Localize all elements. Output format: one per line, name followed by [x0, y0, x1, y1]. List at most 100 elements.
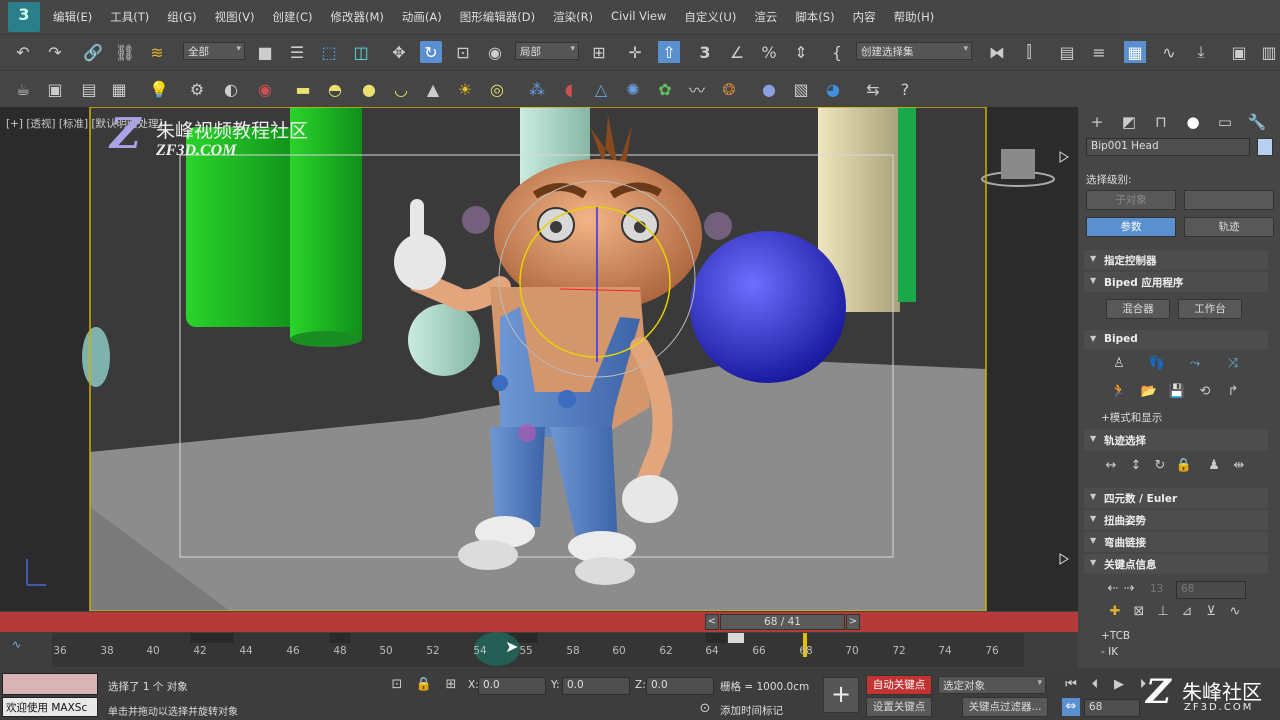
teapot-icon[interactable]: ☕ [12, 78, 34, 100]
list-icon[interactable]: ▤ [78, 78, 100, 100]
set-key-big-icon[interactable]: + [823, 677, 859, 713]
params-button[interactable]: 参数 [1086, 217, 1176, 237]
select-by-name-icon[interactable]: ☰ [286, 41, 308, 63]
planted-key-icon[interactable]: ⊥ [1154, 603, 1172, 621]
menu-views[interactable]: 视图(V) [206, 9, 264, 25]
toggle-ribbon-icon[interactable]: ▦ [1124, 41, 1146, 63]
menu-content[interactable]: 内容 [844, 9, 885, 25]
key-info-rollout[interactable]: 关键点信息 [1084, 554, 1268, 574]
motion-flow-icon[interactable]: ⤳ [1186, 355, 1204, 373]
sub-object-button[interactable]: 子对象 [1086, 190, 1176, 210]
key-mode-toggle-icon[interactable]: ⇔ [1062, 698, 1080, 716]
workbench-button[interactable]: 工作台 [1178, 299, 1242, 319]
tcb-label[interactable]: +TCB [1101, 630, 1130, 642]
set-key-button[interactable]: 设置关键点 [866, 697, 932, 717]
body-rotation-icon[interactable]: ↻ [1151, 457, 1169, 475]
quaternion-euler-rollout[interactable]: 四元数 / Euler [1084, 488, 1268, 508]
key-time-field[interactable]: 68 [1176, 581, 1246, 599]
capsule-icon[interactable]: ◖ [558, 78, 580, 100]
time-slider-prev[interactable]: < [705, 614, 719, 630]
body-vertical-icon[interactable]: ↕ [1127, 457, 1145, 475]
maxscript-listener-color[interactable] [2, 673, 98, 695]
move-all-mode-icon[interactable]: ↱ [1224, 383, 1242, 401]
selection-filter-dropdown[interactable]: 全部 [183, 42, 245, 60]
load-file-icon[interactable]: 📂 [1140, 383, 1158, 401]
blue-sphere-icon[interactable]: ◕ [822, 78, 844, 100]
box-primitive-icon[interactable]: ▬ [292, 78, 314, 100]
undo-icon[interactable]: ↶ [12, 41, 34, 63]
scene-explorer-icon[interactable]: ≡ [1088, 41, 1110, 63]
time-slider[interactable]: < 68 / 41 > [705, 614, 860, 631]
particles-icon[interactable]: ⁂ [526, 78, 548, 100]
selected-key-block[interactable] [728, 633, 744, 643]
render-preview-icon[interactable]: ▧ [790, 78, 812, 100]
light-bulb-icon[interactable]: 💡 [148, 78, 170, 100]
opposite-icon[interactable]: ⇹ [1230, 457, 1248, 475]
object-color-swatch[interactable] [1257, 138, 1273, 156]
edit-named-sets-icon[interactable]: { [826, 41, 848, 63]
gear-shape-icon[interactable]: ✺ [622, 78, 644, 100]
render-setup-icon[interactable]: ▥ [1258, 41, 1280, 63]
modify-tab-icon[interactable]: ◩ [1118, 112, 1140, 132]
sliding-key-icon[interactable]: ⊿ [1178, 603, 1196, 621]
rect-selection-icon[interactable]: ⬚ [318, 41, 340, 63]
isolate-icon[interactable]: ⊡ [388, 676, 406, 694]
window-crossing-icon[interactable]: ◫ [350, 41, 372, 63]
app-logo[interactable]: 3 [8, 2, 40, 32]
batch-render-icon[interactable]: ⇆ [862, 78, 884, 100]
motion-tab-icon[interactable]: ● [1182, 112, 1204, 132]
biped-rollout[interactable]: Biped [1084, 330, 1268, 350]
figure-mode-icon[interactable]: ♙ [1110, 355, 1128, 373]
camera-icon[interactable]: ⚙ [186, 78, 208, 100]
create-tab-icon[interactable]: + [1086, 112, 1108, 132]
track-selection-rollout[interactable]: 轨迹选择 [1084, 430, 1268, 450]
symmetrical-icon[interactable]: ♟ [1205, 457, 1223, 475]
body-horizontal-icon[interactable]: ↔ [1102, 457, 1120, 475]
plant-icon[interactable]: ✿ [654, 78, 676, 100]
twist-poses-rollout[interactable]: 扭曲姿势 [1084, 510, 1268, 530]
hemisphere-icon[interactable]: ◓ [324, 78, 346, 100]
sphere-material-icon[interactable]: ● [758, 78, 780, 100]
angle-snap-icon[interactable]: ∠ [726, 41, 748, 63]
z-coord-field[interactable]: 0.0 [646, 677, 714, 695]
menu-civil-view[interactable]: Civil View [602, 9, 675, 25]
unlink-icon[interactable]: ⛓ [114, 41, 136, 63]
time-slider-next[interactable]: > [846, 614, 860, 630]
help-icon[interactable]: ? [894, 78, 916, 100]
menu-rendering[interactable]: 渲染(R) [544, 9, 602, 25]
keyboard-shortcut-icon[interactable]: ⇧ [658, 41, 680, 63]
reference-coord-dropdown[interactable]: 局部 [515, 42, 579, 60]
absolute-mode-icon[interactable]: ⊞ [442, 676, 460, 694]
menu-edit[interactable]: 编辑(E) [44, 9, 101, 25]
menu-group[interactable]: 组(G) [158, 9, 205, 25]
sphere-primitive-icon[interactable]: ● [358, 78, 380, 100]
placement-icon[interactable]: ◉ [484, 41, 506, 63]
snap-icon[interactable]: 3 [694, 41, 716, 63]
delete-key-icon[interactable]: ⊠ [1130, 603, 1148, 621]
prev-frame-icon[interactable]: ⏴ [1086, 676, 1104, 694]
time-slider-thumb[interactable]: 68 / 41 [720, 614, 845, 630]
record-icon[interactable]: ◉ [254, 78, 276, 100]
current-frame-field[interactable]: 68 [1084, 699, 1140, 717]
ik-label[interactable]: - IK [1101, 646, 1118, 658]
cone-icon[interactable]: ▲ [422, 78, 444, 100]
selected-object-dropdown[interactable]: 选定对象 [938, 676, 1046, 694]
rotate-icon[interactable]: ↻ [420, 41, 442, 63]
cloth-icon[interactable]: ❂ [718, 78, 740, 100]
viewcube[interactable] [1001, 149, 1035, 179]
bind-space-warp-icon[interactable]: ≋ [146, 41, 168, 63]
time-tag-icon[interactable]: ⊙ [696, 700, 714, 718]
render-frame-icon[interactable]: ▣ [44, 78, 66, 100]
material-editor-icon[interactable]: ▣ [1228, 41, 1250, 63]
hair-icon[interactable]: 〰 [686, 78, 708, 100]
x-coord-field[interactable]: 0.0 [478, 677, 546, 695]
next-key-icon[interactable]: ⇢ [1120, 580, 1138, 598]
menu-tools[interactable]: 工具(T) [101, 9, 158, 25]
menu-render-cloud[interactable]: 渲云 [745, 9, 786, 25]
pivot-icon[interactable]: ⊞ [588, 41, 610, 63]
bowl-icon[interactable]: ◡ [390, 78, 412, 100]
footstep-mode-icon[interactable]: 👣 [1148, 355, 1166, 373]
menu-animation[interactable]: 动画(A) [393, 9, 451, 25]
curve-editor-icon[interactable]: ∿ [1158, 41, 1180, 63]
named-selection-dropdown[interactable]: 创建选择集 [856, 42, 972, 60]
